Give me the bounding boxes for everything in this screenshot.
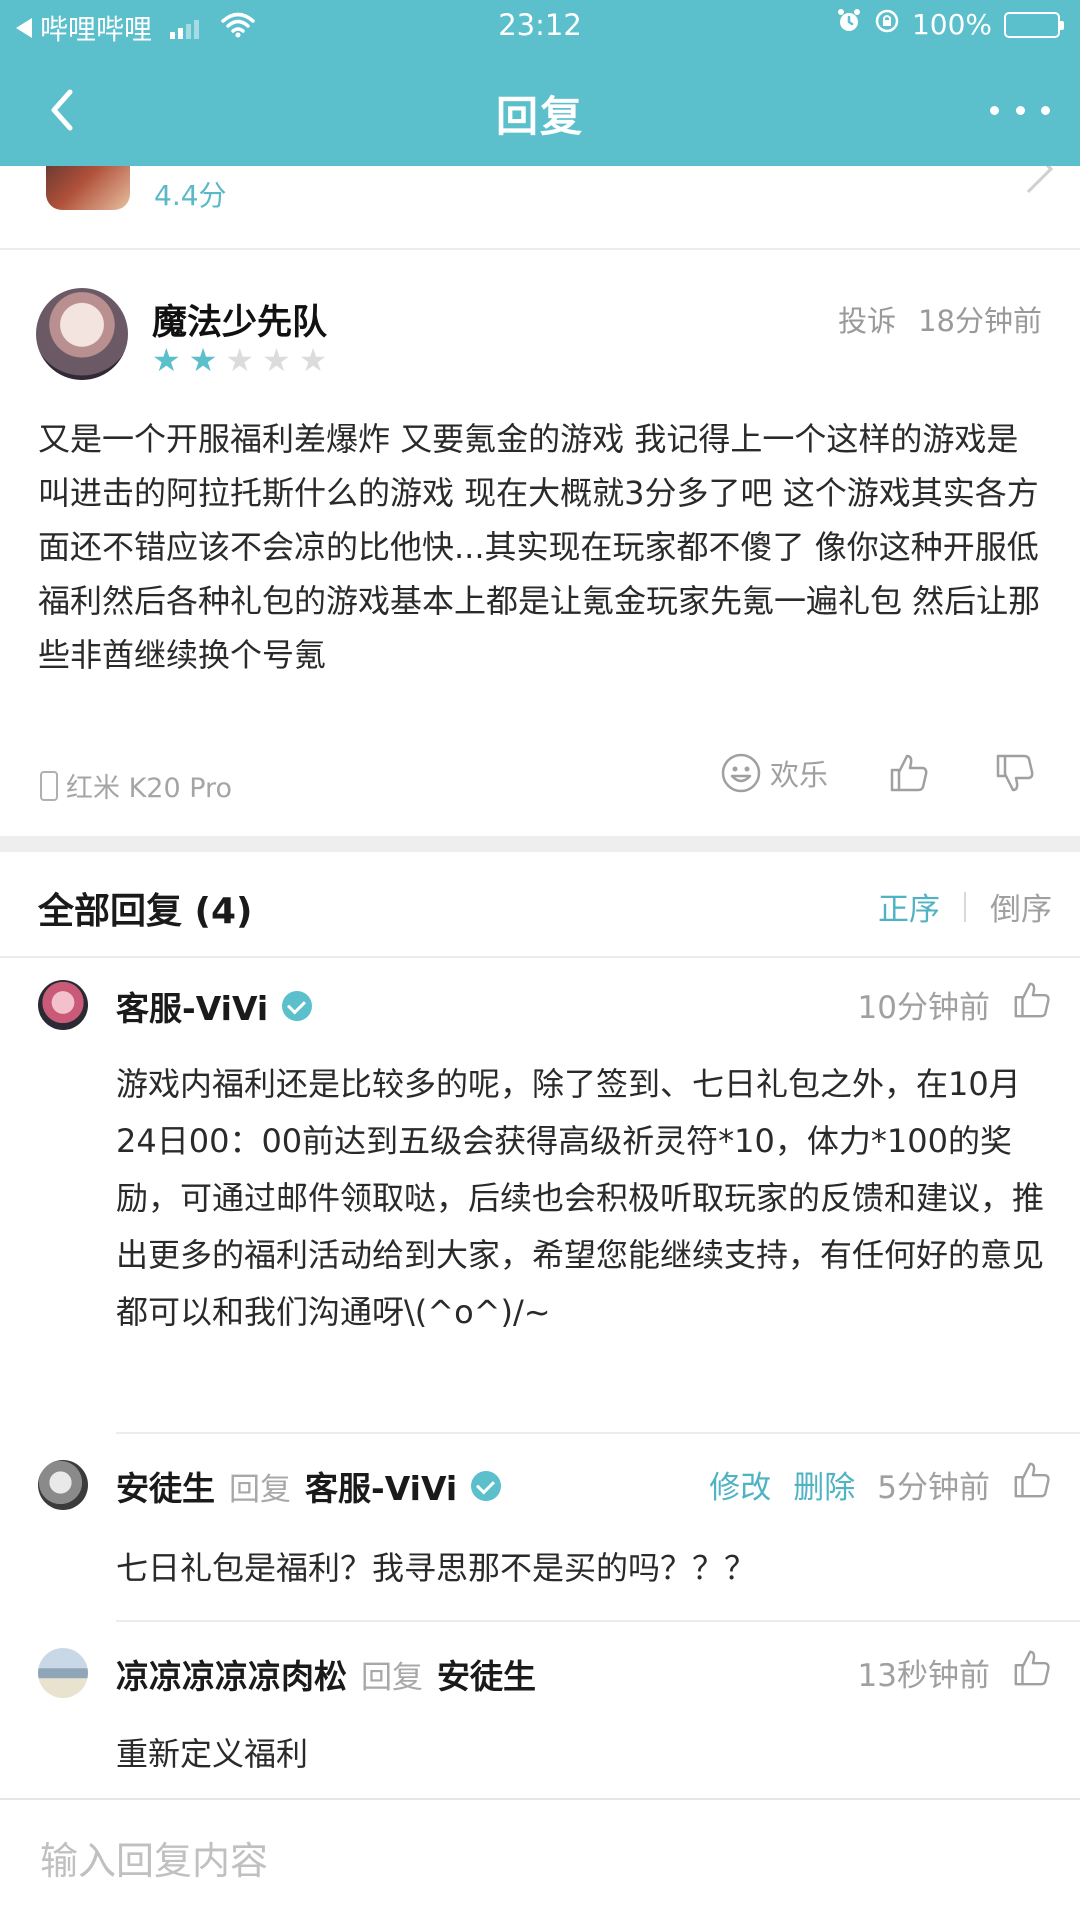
reply-time: 13秒钟前 (857, 1657, 990, 1694)
replies-title: 全部回复 (4) (38, 891, 253, 932)
reply-time: 5分钟前 (877, 1469, 990, 1506)
star-icon: ★ (298, 341, 328, 379)
star-icon: ★ (225, 341, 255, 379)
replies-header: 全部回复 (4) 正序 倒序 (0, 852, 1080, 958)
verified-badge-icon (471, 1471, 502, 1501)
more-button[interactable] (990, 90, 1050, 130)
avatar[interactable] (38, 1648, 88, 1698)
page-title: 回复 (495, 92, 584, 141)
game-icon (46, 166, 130, 210)
reply-like-button[interactable] (1012, 980, 1052, 1028)
alarm-icon (836, 8, 862, 41)
dislike-button[interactable] (994, 752, 1036, 794)
phone-icon (40, 770, 58, 801)
device-label: 红米 K20 Pro (66, 773, 233, 804)
reply-like-button[interactable] (1012, 1460, 1052, 1508)
like-button[interactable] (888, 752, 930, 794)
star-icon: ★ (188, 341, 218, 379)
reply-author[interactable]: 凉凉凉凉凉肉松 (116, 1650, 347, 1698)
review-time: 18分钟前 (918, 304, 1042, 338)
reply-input-bar (0, 1798, 1080, 1920)
delete-button[interactable]: 删除 (793, 1462, 855, 1507)
thumbs-up-icon (1014, 1462, 1050, 1498)
happy-reaction-label: 欢乐 (770, 758, 829, 792)
sort-toggle: 正序 倒序 (878, 884, 1052, 929)
device-info: 红米 K20 Pro (40, 766, 232, 805)
reply-time: 10分钟前 (857, 989, 990, 1026)
sort-descending-button[interactable]: 倒序 (990, 884, 1052, 929)
reply-to-user[interactable]: 安徒生 (437, 1650, 536, 1698)
game-rating: 4.4分 (154, 179, 227, 212)
edit-button[interactable]: 修改 (709, 1462, 771, 1507)
reply-to-word: 回复 (229, 1471, 291, 1508)
reply-input[interactable] (40, 1826, 1040, 1896)
thumbs-up-icon (890, 754, 928, 792)
star-rating: ★ ★ ★ ★ ★ (152, 344, 327, 376)
review-card: 魔法少先队 ★ ★ ★ ★ ★ 投诉 18分钟前 又是一个开服福利差爆炸 又要氪… (0, 250, 1080, 836)
battery-percent: 100% (911, 8, 992, 41)
thumbs-up-icon (1014, 982, 1050, 1018)
avatar[interactable] (38, 980, 88, 1030)
battery-icon (1004, 11, 1064, 38)
review-text: 又是一个开服福利差爆炸 又要氪金的游戏 我记得上一个这样的游戏是叫进击的阿拉托斯… (38, 420, 1041, 674)
smiley-icon (721, 753, 761, 793)
reply-to-user[interactable]: 客服-ViVi (305, 1462, 457, 1510)
reply-text: 七日礼包是福利？我寻思那不是买的吗？？？ (116, 1549, 757, 1587)
reply-to-word: 回复 (361, 1659, 423, 1696)
reply-author[interactable]: 客服-ViVi (116, 982, 268, 1030)
sort-ascending-button[interactable]: 正序 (878, 884, 940, 929)
avatar[interactable] (36, 288, 128, 380)
avatar[interactable] (38, 1460, 88, 1510)
reply-divider (116, 1620, 1080, 1622)
reply-author[interactable]: 安徒生 (116, 1462, 215, 1510)
report-button[interactable]: 投诉 (838, 298, 896, 340)
review-author[interactable]: 魔法少先队 (152, 294, 327, 345)
reply-text: 游戏内福利还是比较多的呢，除了签到、七日礼包之外，在10月24日00：00前达到… (116, 1065, 1045, 1331)
thumbs-down-icon (996, 754, 1034, 792)
divider (964, 891, 966, 922)
reply-divider (116, 1432, 1080, 1434)
rotation-lock-icon (874, 8, 900, 41)
reply-like-button[interactable] (1012, 1648, 1052, 1696)
happy-reaction-button[interactable]: 欢乐 (720, 752, 828, 794)
star-icon: ★ (152, 341, 181, 379)
reply-text: 重新定义福利 (116, 1735, 309, 1773)
star-icon: ★ (262, 341, 291, 379)
verified-badge-icon (282, 991, 313, 1021)
section-divider (0, 836, 1080, 852)
game-info-strip[interactable]: 4.4分 (0, 166, 1080, 250)
more-dots-icon (990, 105, 999, 115)
chevron-right-icon (1004, 166, 1054, 194)
thumbs-up-icon (1014, 1650, 1050, 1686)
status-bar: 哔哩哔哩 23:12 100% (0, 0, 1080, 50)
